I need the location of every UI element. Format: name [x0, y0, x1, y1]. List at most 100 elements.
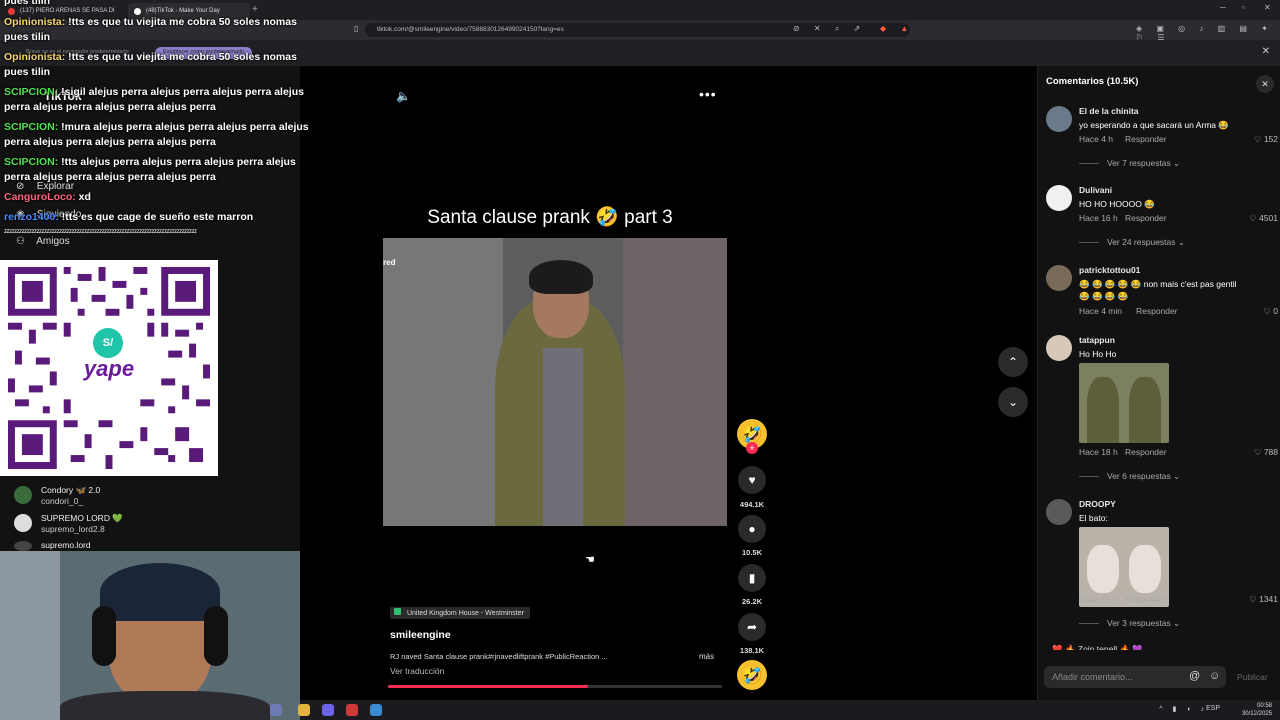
- heart-outline-icon: ♡: [1263, 306, 1274, 316]
- account-handle: supremo_lord2.8: [41, 524, 105, 534]
- divider: [1079, 163, 1099, 165]
- tiktok-icon: [134, 8, 141, 15]
- bookmark-icon[interactable]: ▯: [354, 24, 364, 33]
- avatar[interactable]: [1046, 265, 1072, 291]
- reply-button[interactable]: Responder: [1125, 447, 1167, 457]
- comment-user[interactable]: tatappun: [1079, 335, 1115, 345]
- brave-shield-icon[interactable]: ◆ ▲: [880, 24, 914, 33]
- comments-panel: Comentarios (10.5K) ✕ El de la chinita y…: [1037, 66, 1280, 700]
- comment-user[interactable]: DROOPY: [1079, 499, 1116, 509]
- elevator-wall: [383, 238, 503, 526]
- chat-line: SCIPCION: !mura alejus perra alejus perr…: [4, 120, 324, 135]
- minimize-icon[interactable]: ─: [1220, 3, 1226, 12]
- sound-icon[interactable]: 🔈: [396, 89, 411, 103]
- comment-text: 😂 😂 😂 😂 😂 non mais c'est pas gentil 😂 😂 …: [1079, 279, 1237, 301]
- video-progress-fill: [388, 685, 589, 688]
- comment-button[interactable]: ●: [738, 515, 766, 543]
- reply-button[interactable]: Responder: [1125, 213, 1167, 223]
- url-text: tiktok.com/@smileengine/video/7588830126…: [377, 26, 564, 33]
- view-replies-button[interactable]: Ver 6 respuestas ⌄: [1079, 471, 1180, 482]
- comment-image[interactable]: [1079, 363, 1169, 443]
- friends-icon: ⚇: [16, 236, 25, 247]
- more-link[interactable]: más: [699, 652, 714, 661]
- chat-line: Opinionista: !tts es que tu viejita me c…: [4, 15, 324, 30]
- comment-input[interactable]: [1044, 666, 1184, 688]
- comment-icon: ●: [748, 522, 756, 536]
- comment-user[interactable]: patricktottou01: [1079, 265, 1140, 275]
- webcam-beanie: [100, 563, 220, 621]
- music-disc[interactable]: 🤣: [737, 660, 767, 690]
- publish-button[interactable]: Publicar: [1237, 672, 1268, 682]
- avatar[interactable]: [1046, 106, 1072, 132]
- chat-message-cont: perra alejus perra alejus perra alejus p…: [4, 171, 216, 183]
- chevron-down-icon: ⌄: [1173, 158, 1181, 168]
- reply-button[interactable]: Responder: [1136, 306, 1178, 316]
- chat-message: xd: [75, 191, 91, 203]
- avatar[interactable]: [1046, 185, 1072, 211]
- video-shirt: [543, 348, 583, 526]
- chevron-down-icon: ⌄: [1177, 237, 1186, 247]
- yape-qr-code: S/ yape: [0, 260, 218, 476]
- discord-icon[interactable]: [322, 704, 334, 716]
- comment-user[interactable]: Dulivani: [1079, 185, 1112, 195]
- comment-text: Ho Ho Ho: [1079, 349, 1117, 359]
- comment-likes[interactable]: ♡ 788: [1254, 447, 1278, 458]
- language-indicator[interactable]: ESP: [1206, 705, 1220, 712]
- maximize-icon[interactable]: ▫: [1242, 3, 1245, 12]
- close-window-icon[interactable]: ✕: [1264, 3, 1271, 12]
- heart-outline-icon: ♡: [1253, 134, 1264, 144]
- mention-icon[interactable]: @: [1189, 670, 1200, 682]
- taskbar-app-icon[interactable]: [270, 704, 282, 716]
- close-icon[interactable]: ✕: [1256, 75, 1274, 93]
- comment-text: El bato:: [1079, 513, 1108, 523]
- headphones-icon: [92, 606, 116, 666]
- save-button[interactable]: ▮: [738, 564, 766, 592]
- system-tray-icons[interactable]: ^ ▮ ◖ ♪: [1159, 705, 1208, 713]
- previous-video-button[interactable]: ⌃: [998, 347, 1028, 377]
- view-replies-label: Ver 24 respuestas: [1107, 237, 1176, 247]
- view-replies-button[interactable]: Ver 24 respuestas ⌄: [1079, 237, 1185, 248]
- heart-icon: ♥: [748, 473, 756, 487]
- more-options-icon[interactable]: •••: [699, 86, 717, 102]
- avatar[interactable]: [1046, 335, 1072, 361]
- translate-link[interactable]: Ver traducción: [390, 666, 444, 676]
- obs-icon[interactable]: [346, 704, 358, 716]
- share-button[interactable]: ➦: [738, 613, 766, 641]
- emoji-icon[interactable]: ☺: [1209, 670, 1220, 682]
- sidebar-item-friends[interactable]: ⚇ Amigos: [16, 236, 70, 247]
- chevron-up-icon: ⌃: [1007, 355, 1019, 369]
- view-replies-button[interactable]: Ver 7 respuestas ⌄: [1079, 158, 1180, 169]
- reply-button[interactable]: Responder: [1125, 594, 1167, 604]
- comment-likes[interactable]: ♡ 152: [1254, 134, 1278, 145]
- comment-likes[interactable]: ♡ 1341: [1249, 594, 1278, 605]
- chat-message-cont: pues tilin: [4, 66, 51, 78]
- like-count: 494.1K: [739, 500, 765, 509]
- comment-likes[interactable]: ♡ 4501: [1249, 213, 1278, 224]
- video-progress-bar[interactable]: [388, 685, 722, 688]
- view-replies-button[interactable]: Ver 3 respuestas ⌄: [1079, 618, 1180, 629]
- video-player[interactable]: red: [383, 238, 727, 526]
- chrome-icon[interactable]: [298, 704, 310, 716]
- chat-username: CanguroLoco:: [4, 191, 76, 203]
- like-count: 0: [1273, 306, 1278, 316]
- comment-user[interactable]: El de la chinita: [1079, 106, 1139, 116]
- clock[interactable]: 00:58 30/12/2025: [1242, 702, 1272, 718]
- like-button[interactable]: ♥: [738, 466, 766, 494]
- heart-outline-icon: ♡: [1249, 213, 1260, 223]
- comments-title: Comentarios (10.5K): [1046, 76, 1139, 87]
- chat-message: !tts es que tu viejita me cobra 50 soles…: [65, 51, 297, 63]
- address-actions[interactable]: ⊘ ✕ ⌕ ⇗: [793, 24, 866, 34]
- comment-input-box: @ ☺: [1044, 666, 1226, 688]
- follow-plus-icon[interactable]: +: [746, 442, 758, 454]
- video-author[interactable]: smileengine: [390, 629, 451, 641]
- avatar[interactable]: [1046, 499, 1072, 525]
- comment-likes[interactable]: ♡ 0: [1263, 306, 1278, 317]
- next-video-button[interactable]: ⌄: [998, 387, 1028, 417]
- location-tag[interactable]: United Kingdom House - Westminster: [390, 607, 530, 619]
- comment-item: patricktottou01 😂 😂 😂 😂 😂 non mais c'est…: [1046, 265, 1278, 317]
- close-notice-icon[interactable]: ✕: [1262, 46, 1270, 57]
- image-figure: [1087, 545, 1119, 593]
- reply-button[interactable]: Responder: [1125, 134, 1167, 144]
- app-icon[interactable]: [370, 704, 382, 716]
- divider: [1079, 476, 1099, 478]
